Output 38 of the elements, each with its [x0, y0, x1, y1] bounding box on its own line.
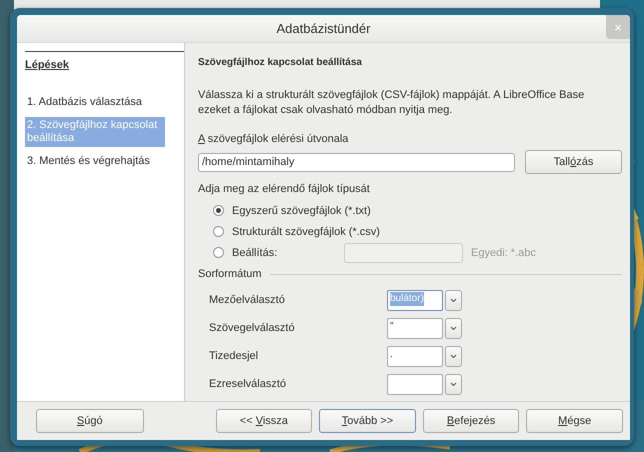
dialog-button[interactable]: << Vissza — [216, 409, 312, 433]
path-label: A szövegfájlok elérési útvonala — [198, 133, 350, 145]
combo-field[interactable]: " — [387, 318, 443, 338]
path-field[interactable]: /home/mintamihaly — [198, 152, 515, 172]
dropdown-button[interactable] — [445, 374, 462, 394]
radio-button[interactable] — [213, 205, 224, 216]
chevron-down-icon — [450, 354, 457, 358]
radio-label[interactable]: Strukturált szövegfájlok (*.csv) — [232, 226, 380, 238]
dialog-button[interactable]: Befejezés — [422, 409, 520, 433]
dialog-button[interactable]: Súgó — [36, 409, 144, 433]
section-title: Sorformátum — [198, 268, 262, 280]
browse-button[interactable]: Tallózás — [525, 150, 622, 174]
chevron-down-icon — [450, 382, 457, 386]
field-label: Mezőelválasztó — [209, 294, 286, 306]
dialog-button[interactable]: Mégse — [526, 409, 623, 433]
dropdown-button[interactable] — [445, 346, 462, 366]
steps-heading: Lépések — [25, 59, 70, 71]
radio-button[interactable] — [213, 226, 224, 237]
dropdown-button[interactable] — [445, 318, 462, 338]
radio-label[interactable]: Beállítás: — [232, 246, 336, 258]
step-item[interactable]: 1. Adatbázis választása — [25, 94, 165, 111]
combo-field[interactable] — [387, 374, 443, 394]
custom-hint: Egyedi: *.abc — [471, 246, 536, 258]
field-label: Ezreselválasztó — [209, 378, 288, 390]
field-label: Szövegelválasztó — [209, 322, 296, 334]
combo-field[interactable]: . — [387, 346, 443, 366]
page-heading: Szövegfájlhoz kapcsolat beállítása — [198, 57, 363, 68]
dropdown-button[interactable] — [445, 290, 462, 310]
radio-button[interactable] — [213, 247, 224, 258]
type-label: Adja meg az elérendő fájlok típusát — [198, 183, 371, 195]
dialog-button[interactable]: Tovább >> — [319, 409, 416, 433]
chevron-down-icon — [450, 326, 457, 330]
window-title: Adatbázistündér — [276, 21, 370, 36]
step-item[interactable]: 3. Mentés és végrehajtás — [25, 153, 165, 170]
description-text: Válassza ki a strukturált szövegfájlok (CSV-fájlok) mappáját. A LibreOffice Base ezeket a fájlokat csak olvasható módban nyitja meg. — [198, 88, 586, 118]
radio-label[interactable]: Egyszerű szövegfájlok (*.txt) — [232, 204, 371, 216]
field-label: Tizedesjel — [209, 350, 260, 362]
chevron-down-icon — [450, 298, 457, 302]
